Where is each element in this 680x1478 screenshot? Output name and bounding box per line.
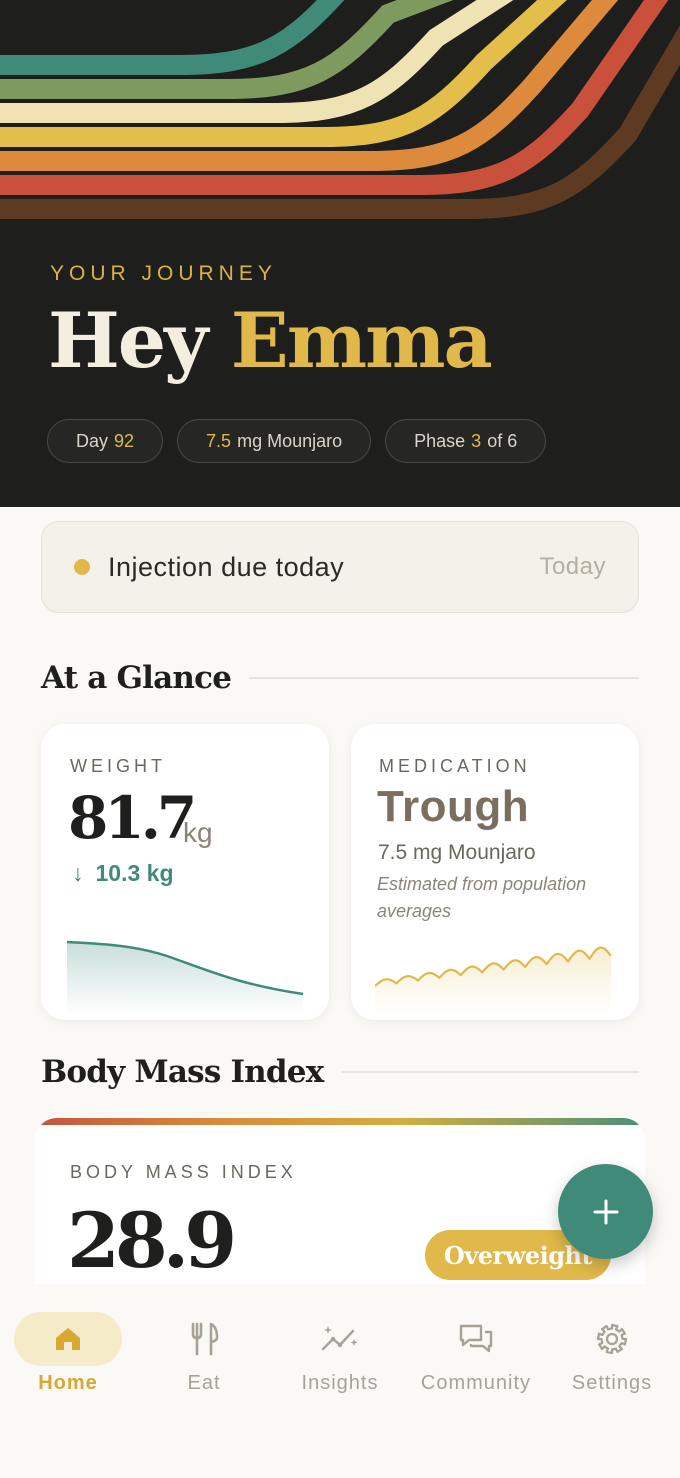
fork-knife-icon bbox=[191, 1322, 219, 1356]
down-arrow-icon: ↓ bbox=[72, 860, 84, 886]
section-title: At a Glance bbox=[41, 660, 232, 696]
section-title: Body Mass Index bbox=[41, 1054, 324, 1090]
weight-value: 81.7 bbox=[68, 784, 197, 852]
rainbow-stripes-illustration bbox=[0, 0, 680, 219]
plus-icon bbox=[593, 1199, 618, 1224]
tab-icon-container bbox=[286, 1312, 394, 1366]
pill-prefix: Day bbox=[76, 430, 109, 451]
hero-header: YOUR JOURNEY Hey Emma Day 92 7.5 mg Moun… bbox=[0, 0, 680, 507]
pill-suffix: of 6 bbox=[487, 430, 518, 451]
pill-suffix: mg Mounjaro bbox=[237, 430, 343, 451]
chat-bubbles-icon bbox=[459, 1324, 493, 1353]
tab-label: Community bbox=[420, 1372, 532, 1394]
injection-alert[interactable]: Injection due today Today bbox=[41, 521, 639, 613]
alert-title: Injection due today bbox=[108, 551, 345, 582]
dose-pill[interactable]: 7.5 mg Mounjaro bbox=[177, 419, 372, 463]
tab-community[interactable]: Community bbox=[408, 1312, 544, 1395]
medication-level-sparkline bbox=[375, 946, 612, 1014]
weight-unit: kg bbox=[183, 817, 213, 848]
hero-eyebrow: YOUR JOURNEY bbox=[50, 262, 277, 285]
day-pill[interactable]: Day 92 bbox=[47, 419, 164, 463]
weight-delta: ↓ 10.3 kg bbox=[72, 860, 174, 887]
tab-settings[interactable]: Settings bbox=[544, 1312, 680, 1395]
journey-pills: Day 92 7.5 mg Mounjaro Phase 3 of 6 bbox=[47, 419, 547, 463]
user-name: Emma bbox=[230, 296, 493, 385]
tab-home[interactable]: Home bbox=[0, 1312, 136, 1395]
medication-status: Trough bbox=[377, 782, 530, 831]
pill-value: 92 bbox=[114, 430, 135, 451]
tab-icon-container bbox=[14, 1312, 122, 1366]
bottom-tab-bar: Home Eat Insights Community Settings bbox=[0, 1284, 680, 1478]
glance-section-header: At a Glance bbox=[41, 660, 639, 696]
pill-value: 3 bbox=[471, 430, 482, 451]
bmi-section-header: Body Mass Index bbox=[41, 1054, 639, 1090]
phase-pill[interactable]: Phase 3 of 6 bbox=[385, 419, 547, 463]
medication-dose: 7.5 mg Mounjaro bbox=[378, 841, 536, 864]
tab-label: Home bbox=[38, 1372, 98, 1394]
medication-card[interactable]: MEDICATION Trough 7.5 mg Mounjaro Estima… bbox=[351, 724, 639, 1020]
tab-eat[interactable]: Eat bbox=[136, 1312, 272, 1395]
bmi-gradient-bar bbox=[35, 1118, 645, 1125]
bmi-value: 28.9 bbox=[67, 1196, 237, 1285]
weight-trend-sparkline bbox=[67, 940, 304, 1014]
pill-value: 7.5 bbox=[206, 430, 232, 451]
weight-card[interactable]: WEIGHT 81.7 kg ↓ 10.3 kg bbox=[41, 724, 329, 1020]
tab-icon-container bbox=[558, 1312, 666, 1366]
pill-prefix: Phase bbox=[414, 430, 466, 451]
medication-note: Estimated from population averages bbox=[377, 874, 587, 921]
sparkle-chart-icon bbox=[321, 1326, 358, 1351]
add-button[interactable] bbox=[558, 1164, 653, 1259]
tab-icon-container bbox=[150, 1312, 258, 1366]
tab-insights[interactable]: Insights bbox=[272, 1312, 408, 1395]
weight-label: WEIGHT bbox=[70, 756, 166, 776]
tab-icon-container bbox=[422, 1312, 530, 1366]
divider bbox=[341, 1071, 639, 1073]
status-dot bbox=[74, 559, 90, 575]
home-icon bbox=[56, 1328, 80, 1350]
tab-label: Settings bbox=[571, 1372, 653, 1394]
divider bbox=[249, 677, 639, 679]
gear-icon bbox=[596, 1323, 628, 1355]
bmi-label: BODY MASS INDEX bbox=[70, 1162, 297, 1182]
greeting-word: Hey bbox=[48, 296, 208, 385]
tab-label: Insights bbox=[301, 1372, 379, 1394]
tab-label: Eat bbox=[187, 1372, 221, 1394]
greeting-heading: Hey Emma bbox=[48, 296, 493, 385]
alert-when: Today bbox=[539, 553, 606, 580]
medication-label: MEDICATION bbox=[379, 756, 531, 776]
weight-delta-value: 10.3 kg bbox=[95, 860, 174, 886]
